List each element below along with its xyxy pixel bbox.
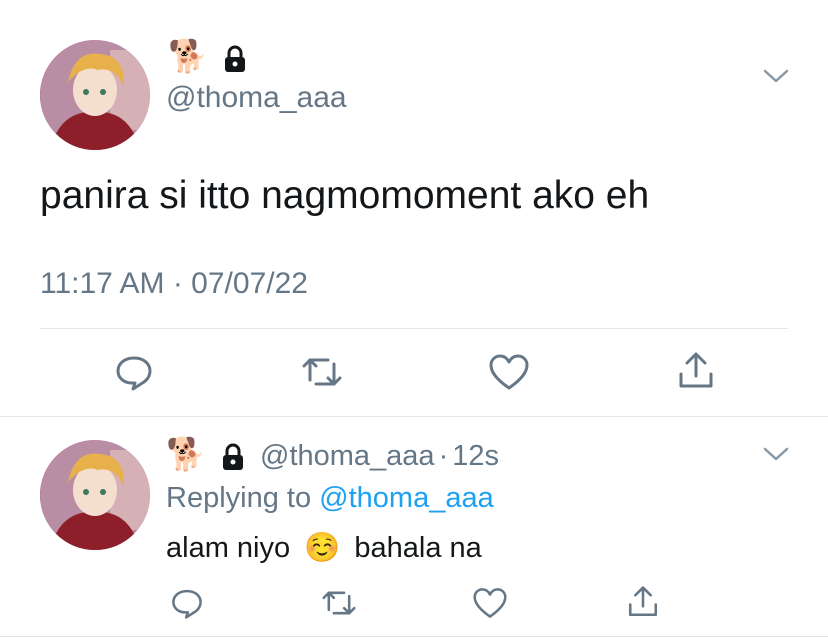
section-divider: [0, 416, 828, 417]
separator: ·: [438, 440, 449, 472]
replying-handle-link[interactable]: @thoma_aaa: [319, 482, 494, 514]
smiling-emoji: ☺️: [304, 532, 341, 564]
user-handle[interactable]: @thoma_aaa: [166, 80, 347, 116]
chevron-down-icon[interactable]: [762, 444, 790, 464]
reply-avatar[interactable]: [40, 440, 150, 550]
tweet-timestamp: 11:17 AM · 07/07/22: [40, 267, 308, 300]
like-button[interactable]: [488, 352, 530, 392]
replying-to: Replying to @thoma_aaa: [166, 480, 494, 516]
reply-handle[interactable]: @thoma_aaa: [260, 440, 435, 472]
reply-text: alam niyo ☺️ bahala na: [166, 530, 482, 566]
reply-button[interactable]: [170, 586, 204, 620]
share-icon: [628, 586, 658, 617]
user-emoji: 🐕: [168, 38, 208, 74]
avatar[interactable]: [40, 40, 150, 150]
like-icon: [489, 354, 529, 390]
retweet-icon: [322, 591, 356, 615]
lock-icon: [220, 44, 250, 79]
share-icon: [679, 352, 713, 388]
reply-user-handle[interactable]: @thoma_aaa · 12s: [260, 438, 499, 474]
reply-user-emoji: 🐕: [166, 436, 206, 472]
reply-icon: [172, 589, 202, 619]
reply-time: 12s: [452, 440, 499, 472]
like-icon: [473, 588, 507, 618]
tweet-text: panira si itto nagmomoment ako eh: [40, 174, 650, 217]
share-button[interactable]: [676, 350, 716, 392]
replying-prefix: Replying to: [166, 482, 312, 514]
reply-text-before: alam niyo: [166, 532, 291, 564]
share-button[interactable]: [626, 584, 660, 620]
reply-text-after: bahala na: [354, 532, 482, 564]
lock-icon: [218, 442, 248, 477]
bottom-divider: [0, 636, 828, 637]
retweet-button[interactable]: [320, 586, 358, 620]
retweet-icon: [302, 358, 342, 386]
divider: [40, 328, 788, 329]
reply-button[interactable]: [114, 352, 154, 392]
chevron-down-icon[interactable]: [762, 66, 790, 86]
reply-icon: [116, 356, 152, 391]
retweet-button[interactable]: [300, 352, 344, 392]
like-button[interactable]: [472, 586, 508, 620]
